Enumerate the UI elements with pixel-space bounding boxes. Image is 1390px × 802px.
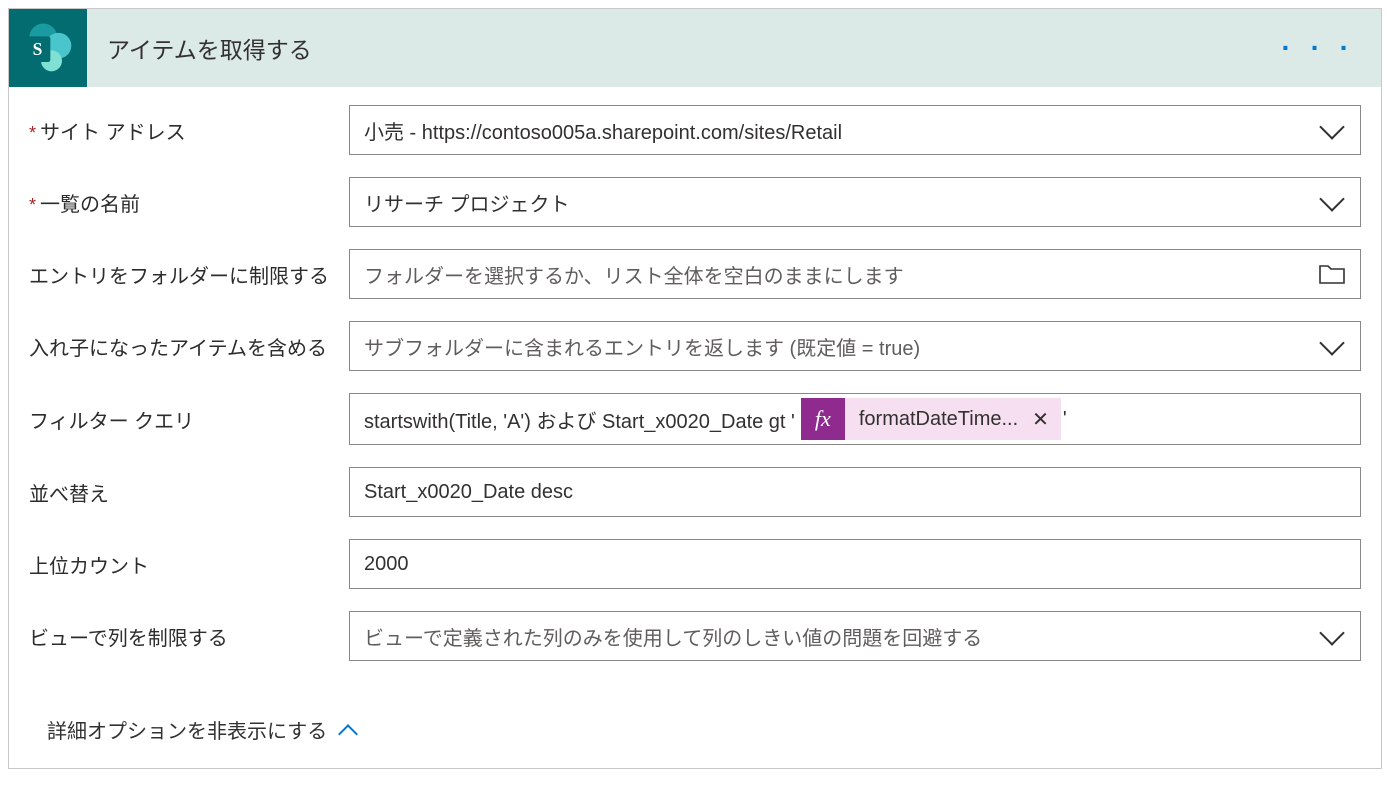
chevron-down-icon[interactable] (1318, 332, 1346, 360)
chevron-down-icon[interactable] (1318, 622, 1346, 650)
list-name-label: *一覧の名前 (29, 188, 349, 217)
limit-folder-label: エントリをフォルダーに制限する (29, 260, 349, 289)
top-count-input[interactable]: 2000 (349, 539, 1361, 589)
filter-query-label: フィルター クエリ (29, 405, 349, 434)
remove-token-button[interactable]: ✕ (1032, 407, 1049, 432)
order-by-input[interactable]: Start_x0020_Date desc (349, 467, 1361, 517)
include-nested-label: 入れ子になったアイテムを含める (29, 332, 349, 361)
site-address-label: *サイト アドレス (29, 116, 349, 145)
card-body: *サイト アドレス 小売 - https://contoso005a.share… (9, 87, 1381, 768)
expression-token-label: formatDateTime... (859, 408, 1018, 431)
limit-folder-input[interactable]: フォルダーを選択するか、リスト全体を空白のままにします (349, 249, 1361, 299)
hide-advanced-options-toggle[interactable]: 詳細オプションを非表示にする (47, 715, 359, 744)
card-title: アイテムを取得する (107, 31, 312, 65)
fx-icon: fx (801, 398, 845, 440)
chevron-down-icon[interactable] (1318, 188, 1346, 216)
top-count-label: 上位カウント (29, 550, 349, 579)
sharepoint-icon: S (9, 9, 87, 87)
limit-columns-dropdown[interactable]: ビューで定義された列のみを使用して列のしきい値の問題を回避する (349, 611, 1361, 661)
svg-text:S: S (33, 39, 43, 59)
site-address-dropdown[interactable]: 小売 - https://contoso005a.sharepoint.com/… (349, 105, 1361, 155)
list-name-dropdown[interactable]: リサーチ プロジェクト (349, 177, 1361, 227)
chevron-up-icon (341, 721, 359, 739)
expression-token[interactable]: fx formatDateTime... ✕ (801, 398, 1061, 440)
chevron-down-icon[interactable] (1318, 116, 1346, 144)
filter-query-input[interactable]: startswith(Title, 'A') および Start_x0020_D… (349, 393, 1361, 445)
order-by-label: 並べ替え (29, 478, 349, 507)
card-header: S アイテムを取得する · · · (9, 9, 1381, 87)
more-options-button[interactable]: · · · (1281, 34, 1355, 62)
folder-picker-icon[interactable] (1318, 262, 1346, 286)
limit-columns-label: ビューで列を制限する (29, 622, 349, 651)
action-card: S アイテムを取得する · · · *サイト アドレス 小売 - https:/… (8, 8, 1382, 769)
include-nested-dropdown[interactable]: サブフォルダーに含まれるエントリを返します (既定値 = true) (349, 321, 1361, 371)
